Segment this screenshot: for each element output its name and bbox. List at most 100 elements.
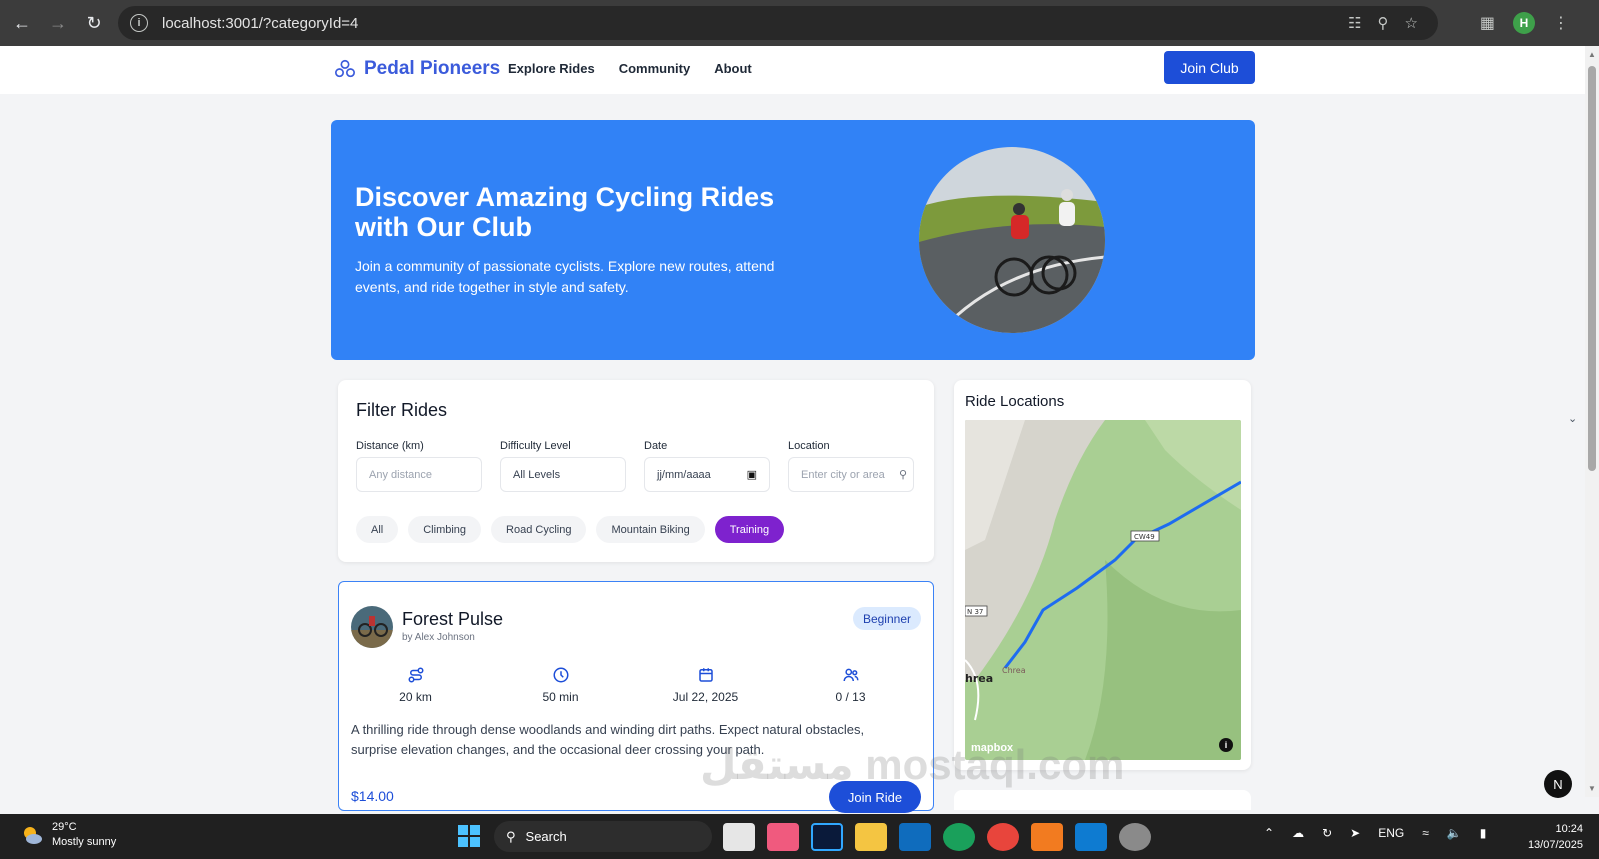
wifi-icon[interactable]: ≈ bbox=[1422, 826, 1429, 840]
site-info-icon[interactable]: i bbox=[130, 14, 148, 32]
location-placeholder: Enter city or area bbox=[801, 468, 885, 481]
route-icon bbox=[408, 667, 423, 683]
clock-icon bbox=[553, 667, 568, 683]
ride-map[interactable]: CW49 N 37 hrea Chrea mapbox i bbox=[965, 420, 1241, 760]
date-label: Date bbox=[644, 440, 668, 452]
calendar-picker-icon[interactable]: ▣ bbox=[747, 468, 757, 481]
map-label-n37: N 37 bbox=[967, 608, 983, 616]
users-icon bbox=[843, 668, 858, 682]
map-pin-icon: ⚲ bbox=[898, 469, 907, 481]
hero-banner: Discover Amazing Cycling Rides with Our … bbox=[331, 120, 1255, 360]
sunny-weather-icon bbox=[24, 827, 42, 844]
bike-logo-icon bbox=[335, 59, 355, 78]
settings-gear-icon[interactable] bbox=[1119, 823, 1151, 851]
sync-icon[interactable]: ↻ bbox=[1322, 826, 1332, 840]
category-mountain-biking[interactable]: Mountain Biking bbox=[596, 516, 705, 543]
forward-button[interactable]: → bbox=[40, 5, 76, 41]
map-attribution-info-icon[interactable]: i bbox=[1219, 738, 1233, 752]
scroll-down-arrow-icon[interactable]: ▼ bbox=[1588, 784, 1596, 793]
distance-label: Distance (km) bbox=[356, 440, 424, 452]
file-explorer-icon[interactable] bbox=[855, 823, 887, 851]
ride-author-avatar bbox=[351, 606, 393, 648]
date-field-group: Date jj/mm/aaaa ▣ bbox=[644, 440, 770, 492]
address-bar[interactable]: i localhost:3001/?categoryId=4 ☷ ⚲ ☆ bbox=[118, 6, 1438, 40]
taskbar-clock[interactable]: 10:24 13/07/2025 bbox=[1528, 821, 1583, 853]
weather-widget[interactable]: 29°C Mostly sunny bbox=[20, 820, 116, 850]
date-input[interactable]: jj/mm/aaaa ▣ bbox=[644, 457, 770, 492]
nav-about[interactable]: About bbox=[714, 61, 752, 76]
xampp-icon[interactable] bbox=[1031, 823, 1063, 851]
stat-duration-value: 50 min bbox=[542, 690, 579, 704]
stat-distance: 20 km bbox=[343, 666, 488, 704]
location-field-group: Location Enter city or area ⚲ bbox=[788, 440, 914, 492]
stat-duration: 50 min bbox=[488, 666, 633, 704]
taskbar-apps bbox=[723, 823, 1151, 851]
calendar-icon bbox=[698, 668, 713, 682]
edge-icon[interactable] bbox=[943, 823, 975, 851]
clock-time: 10:24 bbox=[1555, 823, 1583, 835]
stat-date-value: Jul 22, 2025 bbox=[672, 690, 739, 704]
page-scrollbar[interactable]: ▲ ▼ bbox=[1585, 46, 1599, 797]
windows-taskbar: 29°C Mostly sunny ⚲ Search ⌃ ☁ ↻ ➤ ENG ≈… bbox=[0, 814, 1599, 859]
send-icon[interactable]: ➤ bbox=[1350, 826, 1360, 840]
join-club-button[interactable]: Join Club bbox=[1164, 51, 1255, 84]
ride-title: Forest Pulse bbox=[402, 609, 504, 629]
copilot-icon[interactable] bbox=[767, 823, 799, 851]
extensions-icon[interactable]: ▦ bbox=[1480, 13, 1495, 33]
nav-community[interactable]: Community bbox=[619, 61, 691, 76]
scroll-thumb[interactable] bbox=[1588, 66, 1596, 471]
weather-temp: 29°C bbox=[52, 821, 77, 833]
task-view-icon[interactable] bbox=[723, 823, 755, 851]
category-all[interactable]: All bbox=[356, 516, 399, 543]
difficulty-field-group: Difficulty Level All Levels bbox=[500, 440, 626, 492]
difficulty-label: Difficulty Level bbox=[500, 440, 571, 452]
hero-cyclists-image bbox=[919, 147, 1105, 333]
windows-start-icon[interactable] bbox=[458, 825, 480, 847]
chevron-down-icon[interactable]: ⌄ bbox=[1568, 412, 1577, 425]
taskbar-search[interactable]: ⚲ Search bbox=[494, 821, 712, 852]
photoshop-icon[interactable] bbox=[811, 823, 843, 851]
map-label-hrea: hrea bbox=[965, 672, 993, 685]
brand-name: Pedal Pioneers bbox=[364, 58, 501, 79]
reload-button[interactable]: ↻ bbox=[76, 5, 112, 41]
translate-icon[interactable]: ☷ bbox=[1348, 14, 1361, 32]
ride-locations-card: Ride Locations CW49 N 37 hrea Chrea mapb… bbox=[954, 380, 1251, 770]
nextjs-dev-badge[interactable]: N bbox=[1544, 770, 1572, 798]
browser-toolbar: ← → ↻ i localhost:3001/?categoryId=4 ☷ ⚲… bbox=[0, 0, 1599, 46]
difficulty-select[interactable]: All Levels bbox=[500, 457, 626, 492]
language-indicator[interactable]: ENG bbox=[1378, 826, 1404, 840]
menu-icon[interactable]: ⋮ bbox=[1553, 13, 1569, 33]
tray-chevron-up-icon[interactable]: ⌃ bbox=[1264, 826, 1274, 840]
profile-avatar[interactable]: H bbox=[1513, 12, 1535, 34]
vscode-icon[interactable] bbox=[1075, 823, 1107, 851]
search-icon: ⚲ bbox=[506, 828, 516, 844]
zoom-icon[interactable]: ⚲ bbox=[1378, 14, 1389, 32]
chrome-icon[interactable] bbox=[987, 823, 1019, 851]
category-climbing[interactable]: Climbing bbox=[408, 516, 482, 543]
nav-explore-rides[interactable]: Explore Rides bbox=[508, 61, 595, 76]
volume-icon[interactable]: 🔈 bbox=[1447, 826, 1462, 840]
scroll-up-arrow-icon[interactable]: ▲ bbox=[1588, 50, 1596, 59]
ride-author: by Alex Johnson bbox=[402, 632, 475, 643]
system-tray: ⌃ ☁ ↻ ➤ ENG ≈ 🔈 ▮ bbox=[1264, 826, 1486, 840]
category-training[interactable]: Training bbox=[714, 516, 785, 543]
stat-participants: 0 / 13 bbox=[778, 666, 923, 704]
distance-placeholder: Any distance bbox=[369, 468, 432, 481]
hero-title: Discover Amazing Cycling Rides with Our … bbox=[355, 182, 775, 242]
filter-title: Filter Rides bbox=[356, 400, 448, 420]
brand-logo[interactable]: Pedal Pioneers bbox=[334, 58, 500, 80]
category-road-cycling[interactable]: Road Cycling bbox=[491, 516, 587, 543]
outlook-icon[interactable] bbox=[899, 823, 931, 851]
map-label-chrea: Chrea bbox=[1002, 666, 1026, 675]
ride-price: $14.00 bbox=[351, 788, 394, 804]
onedrive-icon[interactable]: ☁ bbox=[1292, 826, 1304, 840]
difficulty-badge: Beginner bbox=[852, 607, 921, 630]
bookmark-star-icon[interactable]: ☆ bbox=[1405, 14, 1418, 32]
battery-icon[interactable]: ▮ bbox=[1480, 826, 1487, 840]
location-input[interactable]: Enter city or area ⚲ bbox=[788, 457, 914, 492]
watermark: مستقل mostaql.com bbox=[700, 741, 1125, 788]
stat-distance-value: 20 km bbox=[399, 690, 432, 704]
back-button[interactable]: ← bbox=[4, 5, 40, 41]
map-title: Ride Locations bbox=[965, 393, 1065, 410]
distance-input[interactable]: Any distance bbox=[356, 457, 482, 492]
